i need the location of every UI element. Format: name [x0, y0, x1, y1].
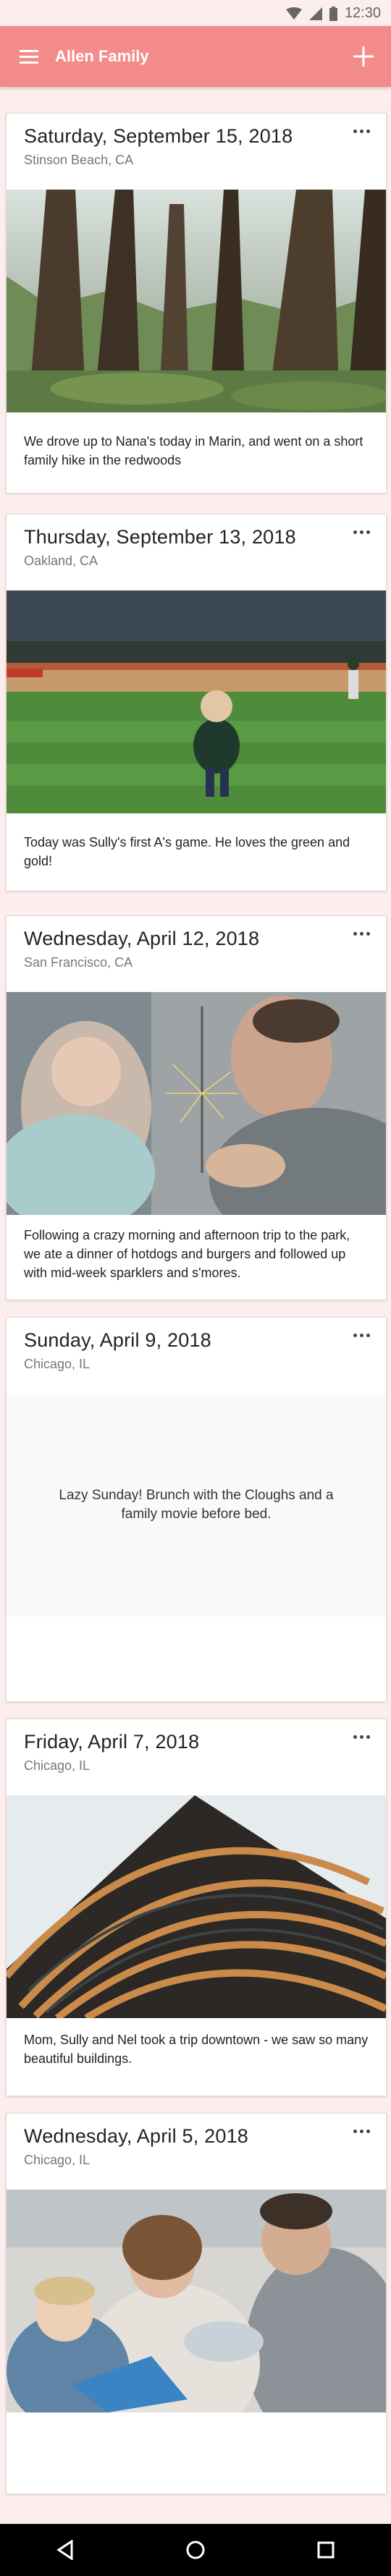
post-photo [7, 992, 386, 1215]
post-location: Chicago, IL [24, 1357, 91, 1371]
menu-button[interactable] [13, 41, 45, 72]
post-caption: Today was Sully's first A's game. He lov… [24, 835, 350, 868]
add-button[interactable] [348, 41, 379, 72]
home-icon [186, 2541, 205, 2559]
post-card[interactable]: Saturday, September 15, 2018 Stinson Bea… [6, 113, 387, 493]
status-icons: 12:30 [285, 5, 381, 22]
post-location: Chicago, IL [24, 2153, 91, 2167]
redwood-forest-image [7, 190, 386, 412]
nav-bar [0, 2524, 391, 2576]
post-date: Sunday, April 9, 2018 [24, 1329, 211, 1351]
post-date: Wednesday, April 5, 2018 [24, 2125, 249, 2147]
battery-icon [329, 6, 337, 21]
post-card[interactable]: Thursday, September 13, 2018 Oakland, CA [6, 514, 387, 891]
post-location: Chicago, IL [24, 1758, 91, 1773]
post-date: Saturday, September 15, 2018 [24, 125, 293, 147]
post-card[interactable]: Sunday, April 9, 2018 Chicago, IL Lazy S… [6, 1317, 387, 1702]
app-bar: Allen Family [0, 26, 391, 87]
add-icon [353, 46, 374, 67]
menu-icon [20, 50, 38, 64]
recents-icon [317, 2541, 335, 2559]
post-location: San Francisco, CA [24, 955, 133, 970]
text-panel: Lazy Sunday! Brunch with the Cloughs and… [7, 1394, 386, 1617]
post-card[interactable]: Wednesday, April 5, 2018 Chicago, IL [6, 2113, 387, 2494]
post-card[interactable]: Friday, April 7, 2018 Chicago, IL Mom, S… [6, 1719, 387, 2096]
post-caption: Following a crazy morning and afternoon … [24, 1228, 350, 1280]
more-options-button[interactable] [348, 1729, 374, 1744]
more-options-button[interactable] [348, 1328, 374, 1342]
recents-button[interactable] [304, 2528, 348, 2572]
status-time: 12:30 [344, 5, 381, 21]
post-date: Thursday, September 13, 2018 [24, 526, 296, 548]
post-date: Friday, April 7, 2018 [24, 1731, 200, 1753]
post-date: Wednesday, April 12, 2018 [24, 928, 260, 949]
post-photo [7, 190, 386, 412]
home-button[interactable] [174, 2528, 217, 2572]
back-icon [56, 2540, 73, 2560]
back-button[interactable] [43, 2528, 87, 2572]
post-caption: Lazy Sunday! Brunch with the Cloughs and… [59, 1488, 334, 1522]
baseball-field-image [7, 590, 386, 813]
post-photo [7, 2190, 386, 2412]
app-title: Allen Family [55, 47, 149, 65]
post-caption: Mom, Sully and Nel took a trip downtown … [24, 2033, 369, 2066]
more-options-button[interactable] [348, 525, 374, 539]
more-options-button[interactable] [348, 926, 374, 941]
more-options-button[interactable] [348, 124, 374, 138]
signal-icon [308, 7, 322, 20]
post-card[interactable]: Wednesday, April 12, 2018 San Francisco,… [6, 915, 387, 1300]
sparkler-image [7, 992, 386, 1215]
post-photo [7, 1795, 386, 2018]
post-location: Stinson Beach, CA [24, 153, 134, 167]
post-caption: We drove up to Nana's today in Marin, an… [24, 434, 363, 467]
post-photo [7, 590, 386, 813]
wifi-icon [285, 7, 302, 20]
family-reading-image [7, 2190, 386, 2412]
post-location: Oakland, CA [24, 554, 98, 568]
status-bar: 12:30 [0, 0, 391, 26]
more-options-button[interactable] [348, 2124, 374, 2138]
building-image [7, 1795, 386, 2018]
